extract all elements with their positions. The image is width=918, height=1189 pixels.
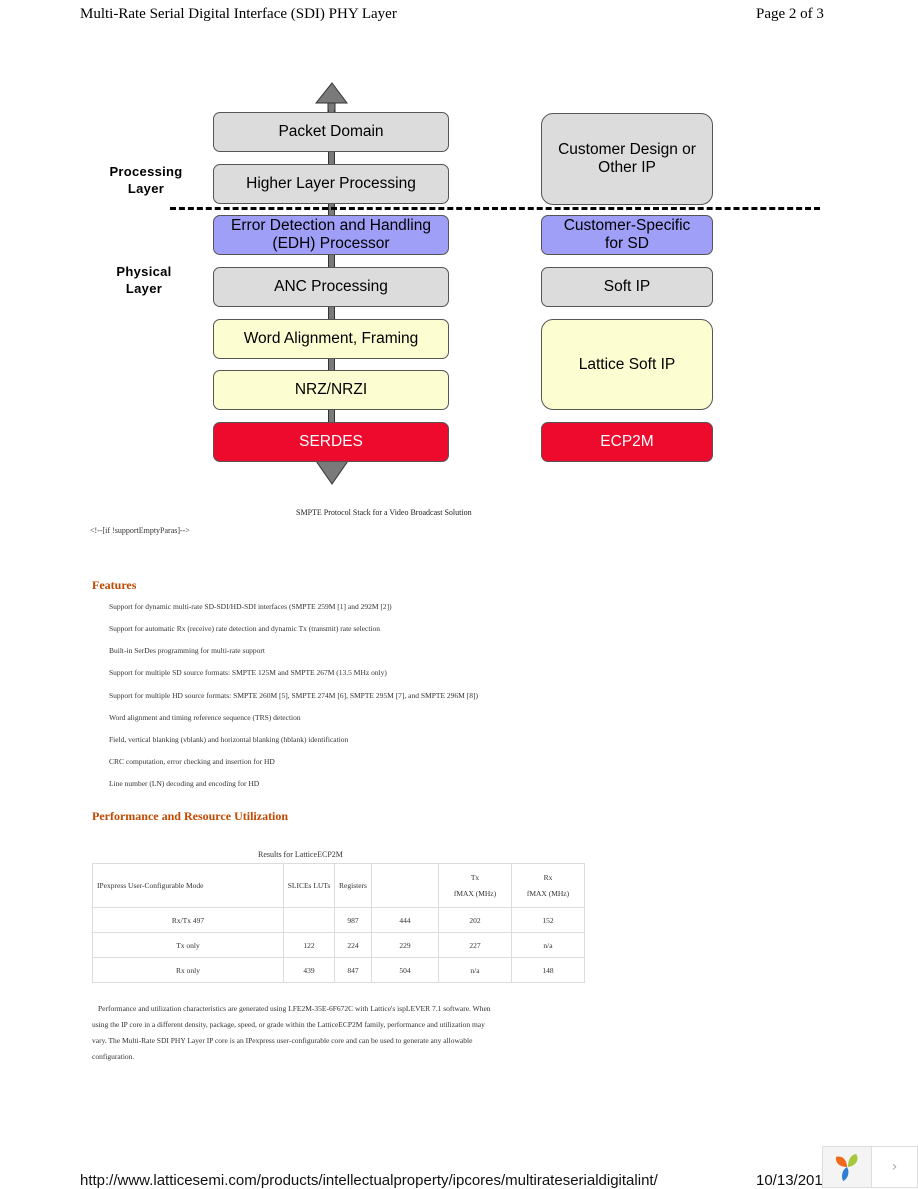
cell-tx-fmax: 227 (438, 932, 512, 958)
physical-layer-label: Physical Layer (100, 263, 188, 297)
header-rx-fmax: Rx fMAX (MHz) (511, 863, 585, 908)
cell-slices (283, 907, 335, 933)
cell-tx-fmax: 202 (438, 907, 512, 933)
cell-luts: 987 (334, 907, 372, 933)
cell-slices: 439 (283, 957, 335, 983)
soft-ip-box: Soft IP (541, 267, 713, 307)
packet-domain-box: Packet Domain (213, 112, 449, 152)
feature-item: Line number (LN) decoding and encoding f… (109, 779, 260, 788)
table-caption: Results for LatticeECP2M (258, 850, 343, 859)
cell-mode: Rx only (92, 957, 284, 983)
box-label: Soft IP (603, 278, 651, 295)
header-rx-fmax-label: fMAX (MHz) (526, 888, 570, 898)
box-label: NRZ/NRZI (294, 381, 368, 398)
serdes-box: SERDES (213, 422, 449, 462)
anc-processing-box: ANC Processing (213, 267, 449, 307)
box-label: Customer Design or Other IP (558, 141, 696, 176)
box-label: ANC Processing (274, 278, 388, 295)
word-alignment-box: Word Alignment, Framing (213, 319, 449, 359)
table-row: Tx only 122 224 229 227 n/a (92, 932, 585, 958)
feature-item: Word alignment and timing reference sequ… (109, 713, 301, 722)
header-rx-label: Rx (543, 872, 553, 882)
feature-item: Support for dynamic multi-rate SD-SDI/HD… (109, 602, 392, 611)
cell-tx-fmax: n/a (438, 957, 512, 983)
arrow-up-icon (315, 82, 348, 112)
document-title: Multi-Rate Serial Digital Interface (SDI… (80, 6, 397, 22)
cell-rx-fmax: 152 (511, 907, 585, 933)
feature-item: Support for multiple HD source formats: … (109, 691, 478, 700)
cell-registers: 229 (371, 932, 439, 958)
cell-rx-fmax: n/a (511, 932, 585, 958)
next-arrow-button[interactable]: › (872, 1147, 917, 1187)
diagram-caption: SMPTE Protocol Stack for a Video Broadca… (296, 508, 472, 517)
feature-item: Built-in SerDes programming for multi-ra… (109, 646, 266, 655)
arrow-down-icon (315, 460, 349, 485)
box-label: Lattice Soft IP (578, 355, 676, 373)
footer-url[interactable]: http://www.latticesemi.com/products/inte… (80, 1172, 658, 1189)
note-line: vary. The Multi-Rate SDI PHY Layer IP co… (92, 1036, 473, 1045)
customer-design-box: Customer Design or Other IP (541, 113, 713, 205)
cell-luts: 224 (334, 932, 372, 958)
note-line: configuration. (92, 1052, 135, 1061)
header-tx-fmax-label: fMAX (MHz) (453, 888, 497, 898)
table-row: Rx/Tx 497 987 444 202 152 (92, 907, 585, 933)
edh-processor-box: Error Detection and Handling (EDH) Proce… (213, 215, 449, 255)
floating-widget[interactable]: › (822, 1146, 918, 1188)
cell-luts: 847 (334, 957, 372, 983)
html-comment-text: <!--[if !supportEmptyParas]--> (90, 526, 190, 535)
performance-heading: Performance and Resource Utilization (92, 809, 289, 823)
feature-item: CRC computation, error checking and inse… (109, 757, 275, 766)
header-mode: IPexpress User-Configurable Mode (92, 863, 284, 908)
processing-layer-text: Processing Layer (109, 164, 183, 196)
ecp2m-box: ECP2M (541, 422, 713, 462)
table-row: Rx only 439 847 504 n/a 148 (92, 957, 585, 983)
box-label: Word Alignment, Framing (243, 330, 419, 347)
header-blank (371, 863, 439, 908)
feature-item: Support for multiple SD source formats: … (109, 668, 387, 677)
results-table: IPexpress User-Configurable Mode SLICEs … (92, 863, 585, 983)
features-heading: Features (92, 578, 137, 592)
customer-specific-sd-box: Customer-Specific for SD (541, 215, 713, 255)
performance-note: Performance and utilization characterist… (92, 1001, 562, 1065)
header-registers: Registers (334, 863, 372, 908)
header-tx-fmax: Tx fMAX (MHz) (438, 863, 512, 908)
box-label: Customer-Specific for SD (563, 217, 691, 252)
box-label: SERDES (299, 433, 363, 450)
header-mode-text: IPexpress User-Configurable Mode (97, 880, 204, 890)
cell-slices: 122 (283, 932, 335, 958)
higher-layer-processing-box: Higher Layer Processing (213, 164, 449, 204)
table-header-row: IPexpress User-Configurable Mode SLICEs … (92, 863, 585, 908)
cell-rx-fmax: 148 (511, 957, 585, 983)
processing-layer-label: Processing Layer (100, 163, 192, 197)
physical-layer-text: Physical Layer (116, 264, 172, 296)
feature-item: Support for automatic Rx (receive) rate … (109, 624, 381, 633)
nrz-nrzi-box: NRZ/NRZI (213, 370, 449, 410)
box-label: Error Detection and Handling (EDH) Proce… (231, 217, 431, 252)
cell-mode: Tx only (92, 932, 284, 958)
lattice-soft-ip-box: Lattice Soft IP (541, 319, 713, 410)
pinwheel-logo-icon[interactable] (823, 1147, 872, 1187)
cell-registers: 444 (371, 907, 439, 933)
box-label: Packet Domain (278, 123, 384, 140)
box-label: Higher Layer Processing (246, 175, 416, 192)
page-number: Page 2 of 3 (756, 6, 824, 22)
box-label: ECP2M (600, 433, 654, 450)
feature-item: Field, vertical blanking (vblank) and ho… (109, 735, 349, 744)
header-tx-label: Tx (470, 872, 480, 882)
footer-date: 10/13/2017 (756, 1172, 832, 1189)
note-line: Performance and utilization characterist… (98, 1004, 491, 1013)
cell-mode: Rx/Tx 497 (92, 907, 284, 933)
note-line: using the IP core in a different density… (92, 1020, 485, 1029)
layer-divider-line (170, 207, 820, 210)
header-slices-luts: SLICEs LUTs (283, 863, 335, 908)
cell-registers: 504 (371, 957, 439, 983)
